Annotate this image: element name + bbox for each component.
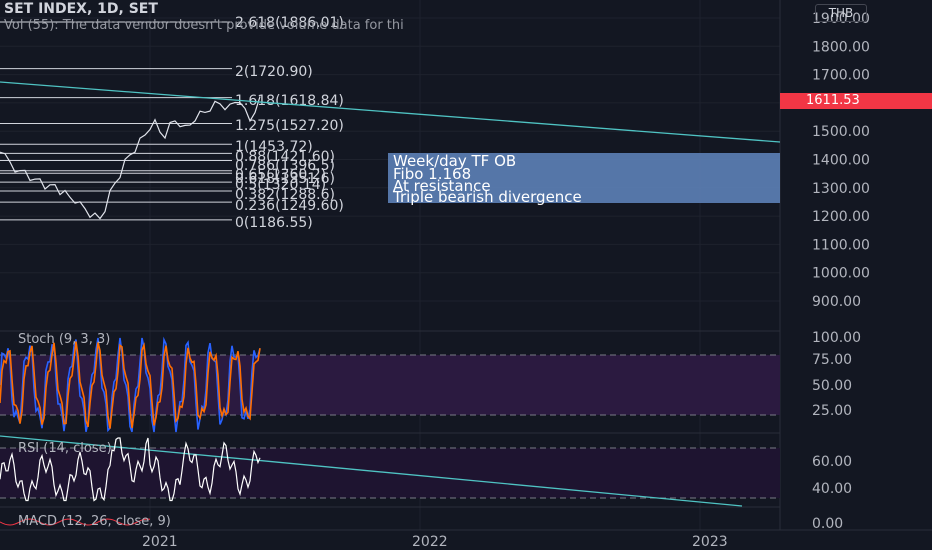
macd-pane-title[interactable]: MACD (12, 26, close, 9) (18, 514, 171, 529)
currency-badge[interactable]: THB (815, 4, 867, 22)
fib-level-label: 2(1720.90) (235, 64, 313, 80)
rsi-axis-ticks[interactable]: 60.00 40.00 (812, 454, 852, 497)
fibonacci-extension[interactable]: 2.618(1886.01)2(1720.90)1.618(1618.84)1.… (0, 15, 344, 231)
price-tick-label: 1300.00 (812, 181, 870, 197)
price-tick-label: 1100.00 (812, 237, 870, 253)
last-price-badge[interactable]: 1611.53 (780, 93, 932, 109)
rsi-tick-label: 40.00 (812, 481, 852, 497)
stoch-tick-label: 25.00 (812, 403, 852, 419)
annotation-box[interactable]: Week/day TF OB Fibo 1.168 At resistance … (388, 152, 780, 206)
currency-label: THB (828, 6, 854, 20)
volume-note: Vol (55): The data vendor doesn't provid… (4, 18, 404, 33)
fib-level-label: 0.236(1249.60) (235, 198, 344, 214)
rsi-pane-title[interactable]: RSI (14, close) (18, 441, 112, 456)
price-tick-label: 1700.00 (812, 68, 870, 84)
stoch-axis-ticks[interactable]: 100.00 75.00 50.00 25.00 (812, 330, 861, 419)
price-tick-label: 900.00 (812, 294, 861, 310)
last-price-value: 1611.53 (806, 93, 860, 108)
time-tick-label: 2023 (692, 534, 728, 550)
chart-canvas[interactable]: 2.618(1886.01)2(1720.90)1.618(1618.84)1.… (0, 0, 932, 550)
time-tick-label: 2022 (412, 534, 448, 550)
symbol-title[interactable]: SET INDEX, 1D, SET (4, 1, 158, 17)
time-axis-ticks[interactable]: 2021 2022 2023 (142, 534, 728, 550)
stoch-tick-label: 75.00 (812, 352, 852, 368)
price-tick-label: 1500.00 (812, 124, 870, 140)
fib-level-label: 1.275(1527.20) (235, 118, 344, 134)
time-tick-label: 2021 (142, 534, 178, 550)
price-axis-ticks[interactable]: 1900.001800.001700.001600.001500.001400.… (812, 11, 870, 310)
price-tick-label: 1200.00 (812, 209, 870, 225)
macd-tick-label: 0.00 (812, 516, 843, 532)
stoch-tick-label: 100.00 (812, 330, 861, 346)
price-tick-label: 1800.00 (812, 39, 870, 55)
price-series-line[interactable] (0, 96, 261, 220)
rsi-tick-label: 60.00 (812, 454, 852, 470)
price-resistance-trendline[interactable] (0, 81, 781, 143)
macd-axis-ticks[interactable]: 0.00 (812, 516, 843, 532)
price-tick-label: 1000.00 (812, 266, 870, 282)
fib-level-label: 0(1186.55) (235, 215, 313, 231)
stoch-pane-title[interactable]: Stoch (9, 3, 3) (18, 332, 110, 347)
price-tick-label: 1400.00 (812, 153, 870, 169)
stoch-tick-label: 50.00 (812, 378, 852, 394)
annotation-line-4: Triple bearish divergence (392, 188, 582, 206)
